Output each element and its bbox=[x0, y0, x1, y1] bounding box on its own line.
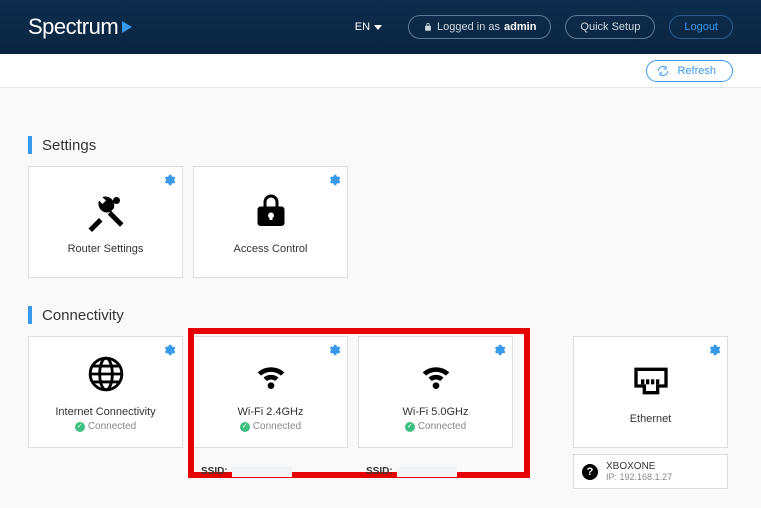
check-icon: ✓ bbox=[75, 422, 85, 432]
ssid-label: SSID: bbox=[366, 466, 393, 477]
ethernet-icon bbox=[631, 359, 671, 403]
gear-icon[interactable] bbox=[162, 343, 176, 357]
question-icon: ? bbox=[582, 464, 598, 480]
gear-icon[interactable] bbox=[327, 173, 341, 187]
card-router-settings[interactable]: Router Settings bbox=[28, 166, 183, 278]
check-icon: ✓ bbox=[240, 422, 250, 432]
refresh-label: Refresh bbox=[677, 65, 716, 77]
settings-row: Router Settings Access Control bbox=[28, 166, 733, 278]
logout-button[interactable]: Logout bbox=[669, 15, 733, 39]
chevron-down-icon bbox=[374, 25, 382, 30]
section-header-settings: Settings bbox=[28, 136, 733, 154]
sub-header: Refresh bbox=[0, 54, 761, 88]
gear-icon[interactable] bbox=[707, 343, 721, 357]
ssid-value-redacted bbox=[232, 467, 292, 477]
card-label: Internet Connectivity bbox=[55, 406, 155, 418]
language-label: EN bbox=[355, 21, 370, 33]
brand-text: Spectrum bbox=[28, 14, 118, 40]
ssid-cell-50ghz: SSID: bbox=[358, 454, 513, 489]
device-name: XBOXONE bbox=[606, 461, 672, 472]
status-text: Connected bbox=[88, 421, 136, 432]
bottom-info-row: SSID: SSID: ? XBOXONE IP: 192.168.1.27 bbox=[28, 454, 733, 489]
card-wifi-24ghz[interactable]: Wi-Fi 2.4GHz ✓ Connected bbox=[193, 336, 348, 448]
lock-icon bbox=[253, 189, 289, 233]
card-label: Wi-Fi 2.4GHz bbox=[238, 406, 304, 418]
logged-in-pill: Logged in as admin bbox=[408, 15, 551, 39]
logout-label: Logout bbox=[684, 21, 718, 33]
wifi-icon bbox=[416, 352, 456, 396]
card-status: ✓ Connected bbox=[75, 421, 136, 432]
check-icon: ✓ bbox=[405, 422, 415, 432]
section-accent-bar bbox=[28, 136, 32, 154]
brand-triangle-icon bbox=[122, 21, 132, 33]
ssid-cell-24ghz: SSID: bbox=[193, 454, 348, 489]
top-header: Spectrum EN Logged in as admin Quick Set… bbox=[0, 0, 761, 54]
card-label: Router Settings bbox=[68, 243, 144, 255]
section-title: Connectivity bbox=[42, 307, 124, 324]
card-label: Ethernet bbox=[630, 413, 672, 425]
quick-setup-label: Quick Setup bbox=[580, 21, 640, 33]
card-status: ✓ Connected bbox=[405, 421, 466, 432]
tools-icon bbox=[85, 189, 127, 233]
section-header-connectivity: Connectivity bbox=[28, 306, 733, 324]
device-panel[interactable]: ? XBOXONE IP: 192.168.1.27 bbox=[573, 454, 728, 489]
section-title: Settings bbox=[42, 137, 96, 154]
language-selector[interactable]: EN bbox=[355, 21, 382, 33]
card-internet-connectivity[interactable]: Internet Connectivity ✓ Connected bbox=[28, 336, 183, 448]
device-ip-label: IP: bbox=[606, 472, 617, 482]
card-access-control[interactable]: Access Control bbox=[193, 166, 348, 278]
lock-icon bbox=[423, 22, 433, 32]
main-content: Settings Router Settings Access Control … bbox=[0, 88, 761, 489]
card-label: Wi-Fi 5.0GHz bbox=[403, 406, 469, 418]
logged-in-prefix: Logged in as bbox=[437, 21, 500, 33]
ssid-value-redacted bbox=[397, 467, 457, 477]
connectivity-row: Internet Connectivity ✓ Connected Wi-Fi … bbox=[28, 336, 733, 448]
quick-setup-button[interactable]: Quick Setup bbox=[565, 15, 655, 39]
card-status: ✓ Connected bbox=[240, 421, 301, 432]
section-accent-bar bbox=[28, 306, 32, 324]
globe-icon bbox=[87, 352, 125, 396]
status-text: Connected bbox=[253, 421, 301, 432]
card-ethernet[interactable]: Ethernet bbox=[573, 336, 728, 448]
gear-icon[interactable] bbox=[162, 173, 176, 187]
card-label: Access Control bbox=[234, 243, 308, 255]
device-ip-row: IP: 192.168.1.27 bbox=[606, 472, 672, 482]
brand-logo: Spectrum bbox=[28, 14, 132, 40]
status-text: Connected bbox=[418, 421, 466, 432]
card-wifi-50ghz[interactable]: Wi-Fi 5.0GHz ✓ Connected bbox=[358, 336, 513, 448]
gear-icon[interactable] bbox=[327, 343, 341, 357]
device-ip-value: 192.168.1.27 bbox=[620, 472, 673, 482]
wifi-icon bbox=[251, 352, 291, 396]
gear-icon[interactable] bbox=[492, 343, 506, 357]
refresh-button[interactable]: Refresh bbox=[646, 60, 733, 82]
logged-in-user: admin bbox=[504, 21, 536, 33]
refresh-icon bbox=[657, 65, 669, 77]
ssid-label: SSID: bbox=[201, 466, 228, 477]
